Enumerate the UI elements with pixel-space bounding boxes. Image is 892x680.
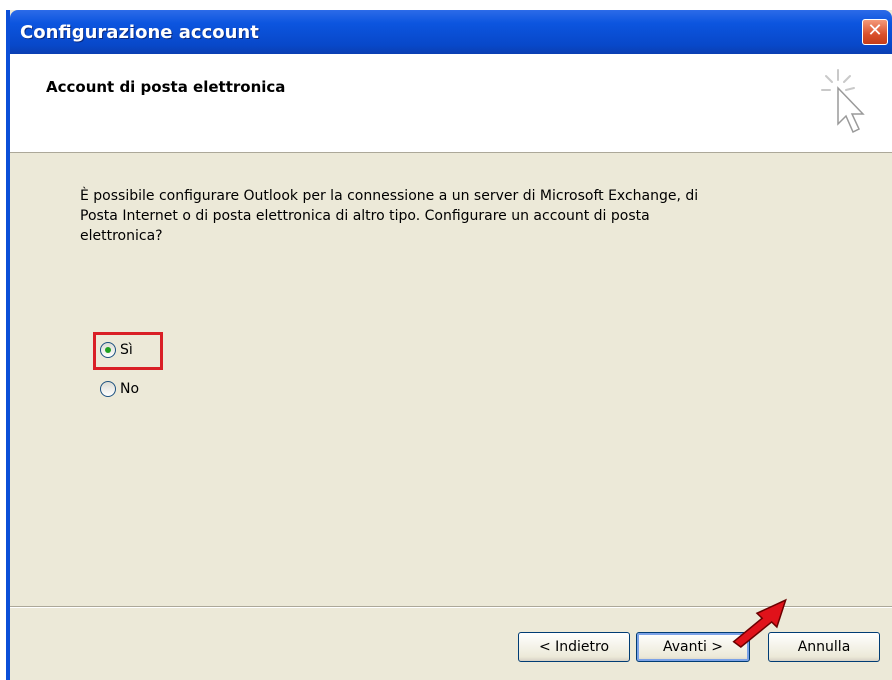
radio-no-label: No [120, 381, 140, 397]
page-heading: Account di posta elettronica [46, 78, 286, 96]
close-icon: ✕ [867, 20, 883, 41]
back-button[interactable]: < Indietro [518, 632, 630, 662]
red-arrow-icon [732, 598, 787, 648]
radio-option-yes[interactable]: Sì [100, 342, 133, 358]
description-text: È possibile configurare Outlook per la c… [80, 188, 699, 244]
dialog-window: Configurazione account ✕ Account di post… [6, 10, 892, 680]
radio-yes-label: Sì [120, 342, 133, 358]
close-button[interactable]: ✕ [862, 19, 888, 45]
radio-checked-icon[interactable] [100, 342, 116, 358]
wizard-header: Account di posta elettronica [10, 54, 892, 153]
radio-option-no[interactable]: No [100, 381, 139, 397]
radio-unchecked-icon[interactable] [100, 381, 116, 397]
cursor-sparkle-icon [821, 69, 865, 134]
title-bar[interactable]: Configurazione account ✕ [10, 10, 892, 54]
window-title: Configurazione account [20, 22, 259, 43]
